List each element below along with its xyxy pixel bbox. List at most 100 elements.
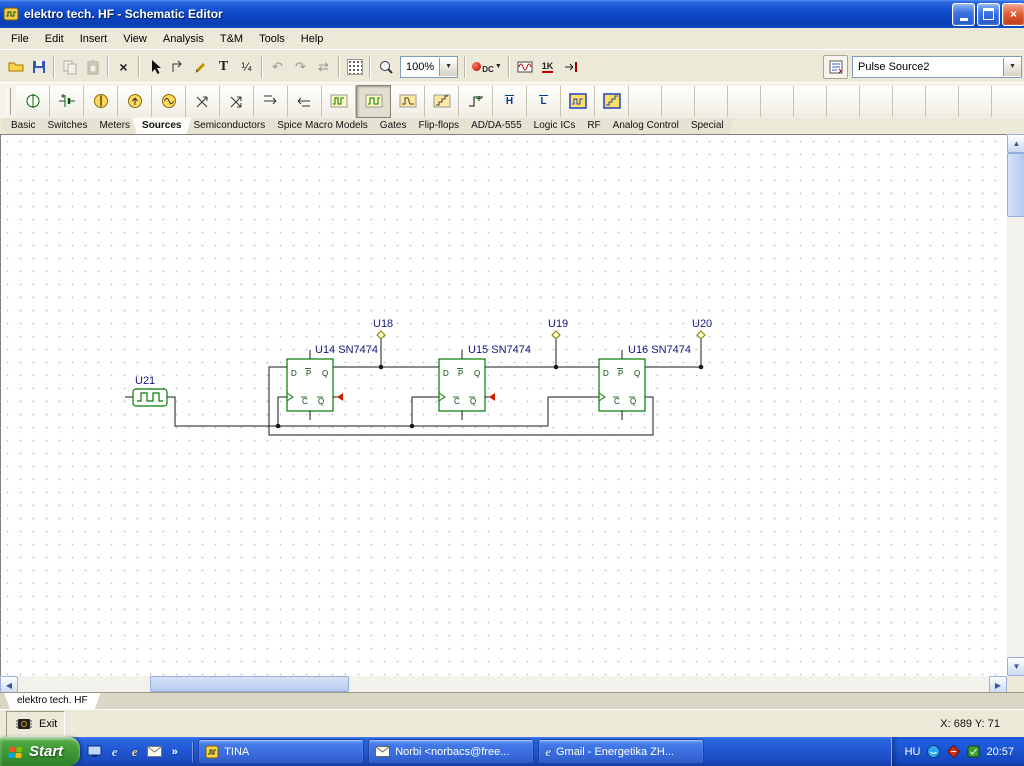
component-selector-combobox[interactable]: Pulse Source2 ▼	[852, 55, 1022, 78]
component-counter-button[interactable]	[595, 85, 629, 117]
component-selector-dropdown-arrow-icon[interactable]: ▼	[1003, 57, 1021, 76]
paste-button[interactable]	[81, 56, 104, 78]
dc-analysis-button[interactable]: DC ▼	[469, 56, 505, 78]
menu-file[interactable]: File	[3, 31, 37, 47]
vertical-scrollbar[interactable]: ▲ ▼	[1007, 134, 1024, 676]
messenger-tray-icon[interactable]	[926, 745, 940, 759]
tab-switches[interactable]: Switches	[37, 118, 97, 134]
scroll-down-button[interactable]: ▼	[1007, 657, 1024, 676]
close-button[interactable]: ×	[1002, 2, 1024, 26]
component-voltage-source-button[interactable]	[16, 85, 50, 117]
component-u14-flipflop[interactable]: U14 SN7474 D P Q C Q	[286, 344, 378, 420]
quick-launch-overflow-chevron[interactable]: »	[166, 743, 183, 760]
menu-edit[interactable]: Edit	[37, 31, 72, 47]
grid-toggle-button[interactable]	[343, 56, 366, 78]
component-vccs-button[interactable]	[254, 85, 288, 117]
menu-analysis[interactable]: Analysis	[155, 31, 212, 47]
open-button[interactable]	[4, 56, 27, 78]
component-u21-pulse-source[interactable]: U21	[125, 375, 168, 407]
rotate-right-button[interactable]: ↷	[289, 56, 312, 78]
component-logic-high-button[interactable]: H	[493, 85, 527, 117]
horizontal-scrollbar[interactable]: ◀ ▶	[0, 676, 1007, 694]
transient-button[interactable]	[559, 56, 582, 78]
select-tool-button[interactable]	[143, 56, 166, 78]
wire-clock-main[interactable]	[167, 396, 548, 427]
component-battery-cell-button[interactable]	[84, 85, 118, 117]
toolbar-grip[interactable]	[6, 87, 11, 115]
wire-clock-u15[interactable]	[411, 396, 439, 426]
component-generator-button[interactable]	[152, 85, 186, 117]
component-unit-step-button[interactable]	[459, 85, 493, 117]
menu-insert[interactable]: Insert	[72, 31, 116, 47]
minimize-button[interactable]	[952, 2, 975, 26]
component-u15-flipflop[interactable]: U15 SN7474 D P Q C Q	[438, 344, 531, 420]
clock[interactable]: 20:57	[986, 746, 1014, 758]
tab-semiconductors[interactable]: Semiconductors	[184, 118, 276, 134]
zoom-button[interactable]	[374, 56, 397, 78]
component-u16-flipflop[interactable]: U16 SN7474 D P Q C Q	[598, 344, 691, 420]
exit-button[interactable]: Exit	[6, 711, 66, 737]
zoom-dropdown-arrow-icon[interactable]: ▼	[439, 57, 457, 76]
component-logic-low-button[interactable]: L	[527, 85, 561, 117]
horizontal-scrollbar-thumb[interactable]	[150, 676, 349, 692]
vertical-scrollbar-track[interactable]	[1007, 153, 1024, 657]
component-cccs-button[interactable]	[288, 85, 322, 117]
show-desktop-icon[interactable]	[86, 743, 103, 760]
internet-explorer-icon[interactable]: e	[106, 743, 123, 760]
pin-u18[interactable]: U18	[373, 318, 393, 340]
oscilloscope-button[interactable]	[513, 56, 536, 78]
rotate-left-button[interactable]: ↶	[266, 56, 289, 78]
network-tray-icon[interactable]	[966, 745, 980, 759]
task-button-tina[interactable]: TINA	[198, 739, 365, 764]
component-list-button[interactable]	[823, 54, 848, 79]
component-staircase-button[interactable]	[425, 85, 459, 117]
menu-tools[interactable]: Tools	[251, 31, 293, 47]
vertical-scrollbar-thumb[interactable]	[1007, 153, 1024, 217]
component-clock-button[interactable]	[322, 85, 356, 117]
tab-logic-ics[interactable]: Logic ICs	[524, 118, 586, 134]
task-button-norbi-mail[interactable]: Norbi <norbacs@free...	[368, 739, 535, 764]
signal-analyzer-button[interactable]: 1K	[536, 56, 559, 78]
component-current-source-button[interactable]	[118, 85, 152, 117]
menu-view[interactable]: View	[115, 31, 155, 47]
component-digital-clock-button[interactable]	[561, 85, 595, 117]
tab-analog-control[interactable]: Analog Control	[603, 118, 689, 134]
tab-ad-da-555[interactable]: AD/DA-555	[461, 118, 532, 134]
schematic-canvas[interactable]: U21 U14 SN7474 D P Q C Q U15 SN7474 D P …	[0, 134, 1008, 677]
wire-tool-button[interactable]	[189, 56, 212, 78]
horizontal-scrollbar-track[interactable]	[18, 676, 989, 692]
wire-clock-u16[interactable]	[547, 396, 599, 426]
component-voltage-pulse-button[interactable]	[391, 85, 425, 117]
tab-special[interactable]: Special	[681, 118, 734, 134]
component-pulse-source-button[interactable]	[356, 84, 391, 118]
menu-help[interactable]: Help	[293, 31, 332, 47]
mail-icon[interactable]	[146, 743, 163, 760]
browser-icon[interactable]: e	[126, 743, 143, 760]
zoom-combobox[interactable]: 100% ▼	[400, 55, 458, 78]
title-bar[interactable]: elektro tech. HF - Schematic Editor ×	[0, 0, 1024, 28]
tab-spice-macro-models[interactable]: Spice Macro Models	[267, 118, 378, 134]
component-ccvs-button[interactable]	[220, 85, 254, 117]
tab-flip-flops[interactable]: Flip-flops	[408, 118, 469, 134]
mirror-button[interactable]: ⇄	[312, 56, 335, 78]
delete-button[interactable]: ×	[112, 56, 135, 78]
language-indicator[interactable]: HU	[905, 746, 921, 758]
wire-clock-u14[interactable]	[277, 396, 287, 426]
tab-sources[interactable]: Sources	[132, 118, 191, 134]
dc-dropdown-arrow-icon[interactable]: ▼	[495, 63, 502, 70]
copy-button[interactable]	[58, 56, 81, 78]
jumper-tool-button[interactable]	[166, 56, 189, 78]
start-button[interactable]: Start	[0, 737, 81, 766]
pin-u20[interactable]: U20	[692, 318, 712, 340]
scale-tool-button[interactable]: ¼	[235, 56, 258, 78]
sheet-tab[interactable]: elektro tech. HF	[4, 693, 101, 709]
component-vcvs-button[interactable]	[186, 85, 220, 117]
restore-button[interactable]	[977, 2, 1000, 26]
component-battery-button[interactable]	[50, 85, 84, 117]
menu-tm[interactable]: T&M	[212, 31, 251, 47]
scroll-up-button[interactable]: ▲	[1007, 134, 1024, 153]
save-button[interactable]	[27, 56, 50, 78]
antivirus-tray-icon[interactable]	[946, 745, 960, 759]
text-tool-button[interactable]: T	[212, 56, 235, 78]
pin-u19[interactable]: U19	[548, 318, 568, 340]
